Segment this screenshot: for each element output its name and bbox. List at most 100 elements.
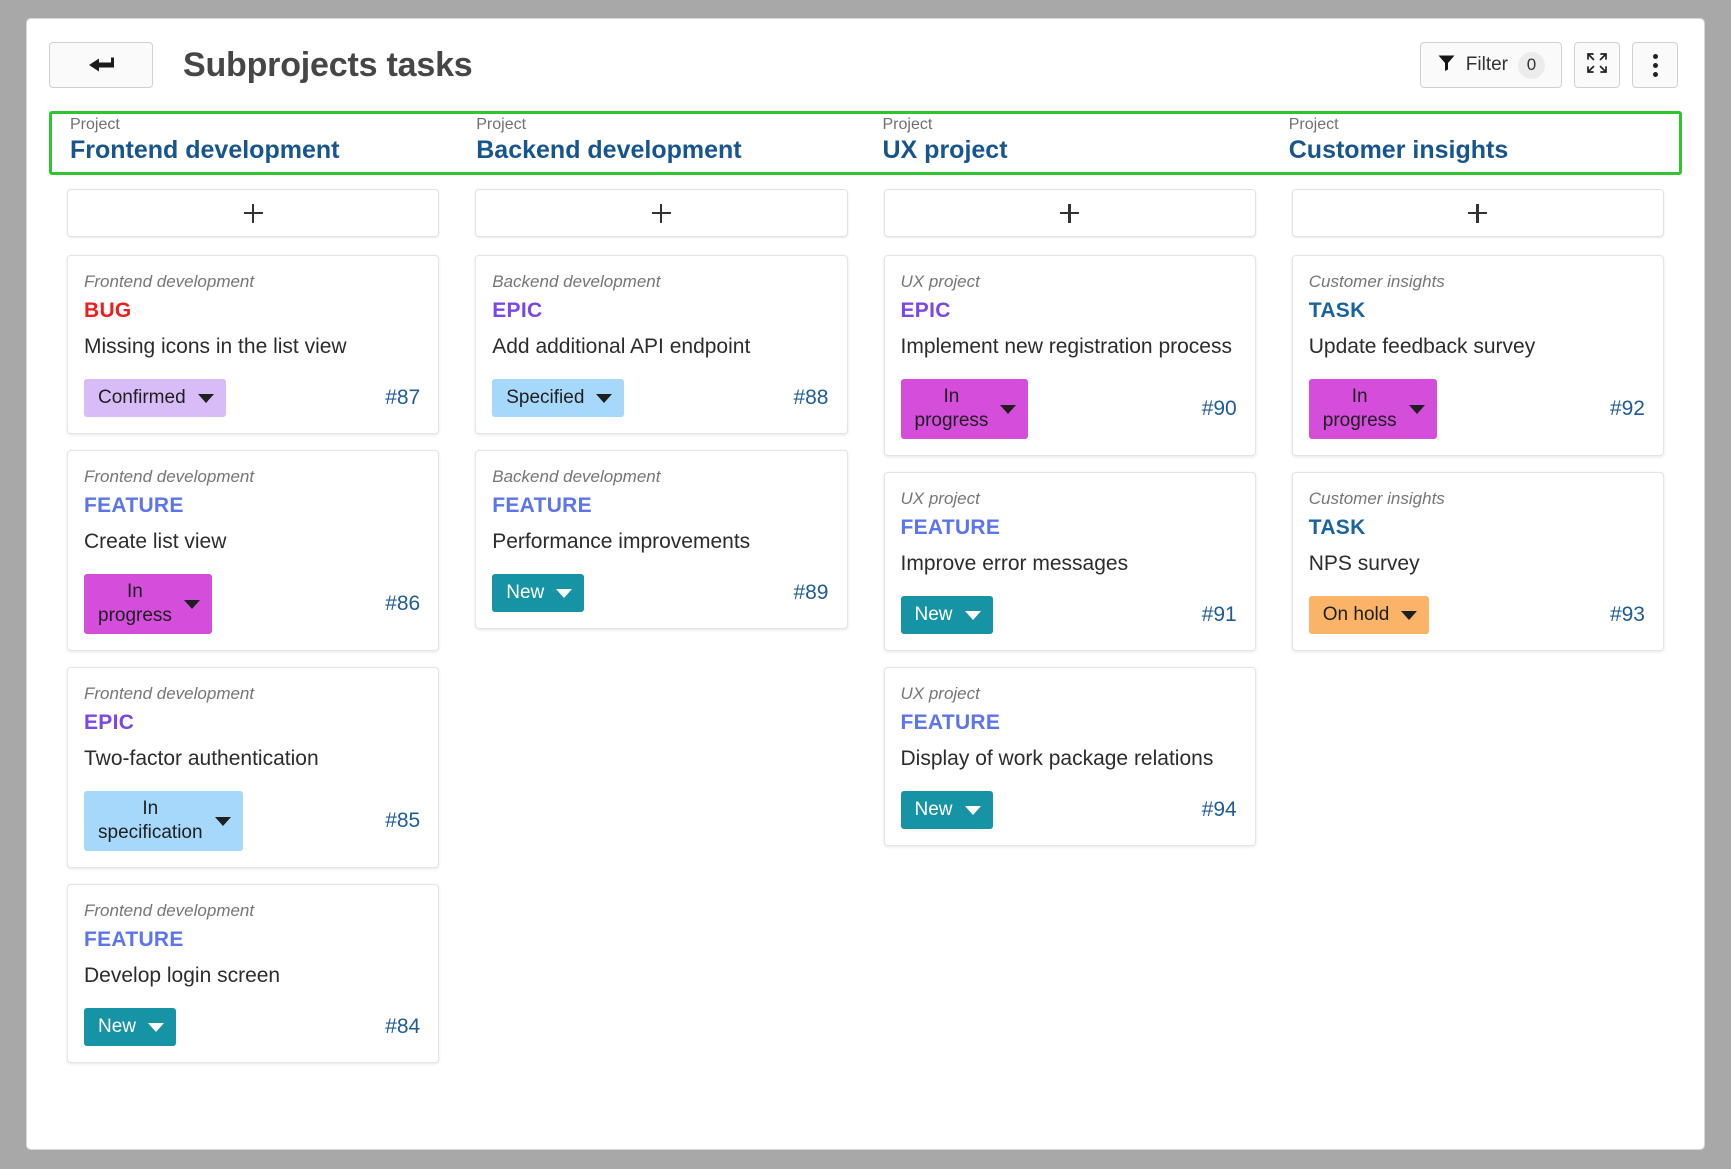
status-label: On hold <box>1323 603 1390 627</box>
column-customer-insights: Customer insights TASK Update feedback sur… <box>1274 189 1682 1079</box>
toolbar: Subprojects tasks Filter 0 <box>27 19 1704 111</box>
column-header-frontend-development[interactable]: ProjectFrontend development <box>54 115 460 173</box>
chevron-down-icon <box>556 589 572 598</box>
status-dropdown[interactable]: In specification <box>84 791 243 851</box>
board-columns: Frontend developmentBUGMissing icons in … <box>49 189 1682 1079</box>
work-package-card[interactable]: Customer insightsTASKNPS surveyOn hold#9… <box>1292 472 1664 651</box>
add-card-button[interactable] <box>67 189 439 237</box>
card-type-label: FEATURE <box>84 494 420 518</box>
status-dropdown[interactable]: New <box>84 1008 176 1046</box>
column-header-title[interactable]: Customer insights <box>1289 137 1679 165</box>
status-dropdown[interactable]: New <box>901 791 993 829</box>
status-dropdown[interactable]: In progress <box>1309 379 1437 439</box>
fullscreen-button[interactable] <box>1574 42 1620 88</box>
work-package-card[interactable]: Frontend developmentEPICTwo-factor authe… <box>67 667 439 868</box>
add-card-button[interactable] <box>475 189 847 237</box>
card-project-label: Frontend development <box>84 467 420 487</box>
card-type-label: EPIC <box>492 299 828 323</box>
card-footer: Specified #88 <box>492 379 828 417</box>
column-ux-project: UX project EPIC Implement new registration… <box>866 189 1274 1079</box>
status-dropdown[interactable]: On hold <box>1309 596 1430 634</box>
more-menu-button[interactable] <box>1632 42 1678 88</box>
work-package-card[interactable]: Backend developmentEPICAdd additional AP… <box>475 255 847 434</box>
card-id-link[interactable]: #85 <box>385 809 420 833</box>
status-dropdown[interactable]: Confirmed <box>84 379 226 417</box>
back-button[interactable] <box>49 42 153 88</box>
work-package-card[interactable]: Frontend developmentBUGMissing icons in … <box>67 255 439 434</box>
card-subject[interactable]: Display of work package relations <box>901 745 1237 773</box>
app-window: Subprojects tasks Filter 0 <box>26 18 1705 1150</box>
card-subject[interactable]: Develop login screen <box>84 962 420 990</box>
work-package-card[interactable]: UX projectFEATUREImprove error messagesN… <box>884 472 1256 651</box>
column-header-ux-project[interactable]: ProjectUX project <box>867 115 1273 173</box>
card-footer: On hold #93 <box>1309 596 1645 634</box>
chevron-down-icon <box>215 817 231 826</box>
column-header-title[interactable]: Frontend development <box>70 137 460 165</box>
work-package-card[interactable]: UX projectEPICImplement new registration… <box>884 255 1256 456</box>
card-subject[interactable]: Create list view <box>84 528 420 556</box>
card-type-label: FEATURE <box>901 516 1237 540</box>
column-header-sublabel: Project <box>476 115 866 135</box>
plus-icon <box>1468 204 1487 223</box>
filter-label: Filter <box>1466 54 1508 76</box>
status-dropdown[interactable]: In progress <box>84 574 212 634</box>
work-package-card[interactable]: Backend developmentFEATUREPerformance im… <box>475 450 847 629</box>
back-arrow-icon <box>86 55 116 75</box>
card-type-label: TASK <box>1309 299 1645 323</box>
card-project-label: UX project <box>901 684 1237 704</box>
card-id-link[interactable]: #91 <box>1202 603 1237 627</box>
chevron-down-icon <box>965 806 981 815</box>
status-label: New <box>98 1015 136 1039</box>
card-footer: In progress #92 <box>1309 379 1645 439</box>
status-dropdown[interactable]: New <box>901 596 993 634</box>
chevron-down-icon <box>1401 611 1417 620</box>
column-header-title[interactable]: Backend development <box>476 137 866 165</box>
card-subject[interactable]: Two-factor authentication <box>84 745 420 773</box>
card-id-link[interactable]: #93 <box>1610 603 1645 627</box>
card-id-link[interactable]: #86 <box>385 592 420 616</box>
column-header-backend-development[interactable]: ProjectBackend development <box>460 115 866 173</box>
card-subject[interactable]: NPS survey <box>1309 550 1645 578</box>
work-package-card[interactable]: Frontend development FEATURE Create list v… <box>67 450 439 651</box>
card-subject[interactable]: Performance improvements <box>492 528 828 556</box>
card-subject[interactable]: Add additional API endpoint <box>492 333 828 361</box>
column-header-title[interactable]: UX project <box>883 137 1273 165</box>
card-project-label: Customer insights <box>1309 489 1645 509</box>
status-label: New <box>915 603 953 627</box>
card-footer: In progress #90 <box>901 379 1237 439</box>
card-id-link[interactable]: #94 <box>1202 798 1237 822</box>
add-card-button[interactable] <box>884 189 1256 237</box>
card-subject[interactable]: Improve error messages <box>901 550 1237 578</box>
column-header-customer-insights[interactable]: ProjectCustomer insights <box>1273 115 1679 173</box>
status-label: In progress <box>98 580 172 628</box>
card-footer: In specification #85 <box>84 791 420 851</box>
card-subject[interactable]: Implement new registration process <box>901 333 1237 361</box>
add-card-button[interactable] <box>1292 189 1664 237</box>
card-id-link[interactable]: #84 <box>385 1015 420 1039</box>
card-id-link[interactable]: #87 <box>385 386 420 410</box>
work-package-card[interactable]: Frontend developmentFEATUREDevelop login… <box>67 884 439 1063</box>
filter-button[interactable]: Filter 0 <box>1420 42 1562 88</box>
plus-icon <box>1060 204 1079 223</box>
column-backend-development: Backend developmentEPICAdd additional AP… <box>457 189 865 1079</box>
card-id-link[interactable]: #88 <box>793 386 828 410</box>
card-type-label: EPIC <box>901 299 1237 323</box>
filter-count-badge: 0 <box>1518 52 1545 79</box>
chevron-down-icon <box>1409 405 1425 414</box>
toolbar-actions: Filter 0 <box>1420 42 1678 88</box>
card-subject[interactable]: Missing icons in the list view <box>84 333 420 361</box>
card-id-link[interactable]: #89 <box>793 581 828 605</box>
status-dropdown[interactable]: Specified <box>492 379 624 417</box>
work-package-card[interactable]: Customer insightsTASKUpdate feedback sur… <box>1292 255 1664 456</box>
status-dropdown[interactable]: In progress <box>901 379 1029 439</box>
card-id-link[interactable]: #90 <box>1202 397 1237 421</box>
work-package-card[interactable]: UX projectFEATUREDisplay of work package… <box>884 667 1256 846</box>
card-subject[interactable]: Update feedback survey <box>1309 333 1645 361</box>
plus-icon <box>244 204 263 223</box>
card-project-label: Frontend development <box>84 901 420 921</box>
card-id-link[interactable]: #92 <box>1610 397 1645 421</box>
card-project-label: Frontend development <box>84 272 420 292</box>
chevron-down-icon <box>965 611 981 620</box>
card-footer: New #89 <box>492 574 828 612</box>
status-dropdown[interactable]: New <box>492 574 584 612</box>
